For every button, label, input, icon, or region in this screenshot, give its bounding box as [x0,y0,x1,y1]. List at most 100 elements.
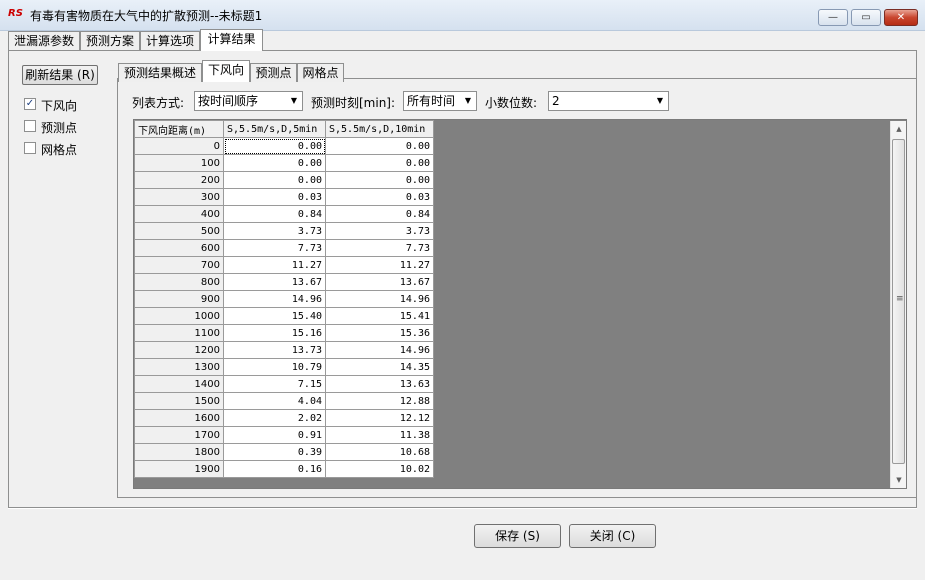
cell-5min[interactable]: 3.73 [223,222,326,240]
table-row[interactable]: 500 3.73 3.73 [134,222,434,240]
row-header-distance[interactable]: 400 [134,205,224,223]
cell-10min[interactable]: 10.68 [325,443,434,461]
cell-5min[interactable]: 11.27 [223,256,326,274]
cell-10min[interactable]: 0.00 [325,171,434,189]
cell-5min[interactable]: 13.67 [223,273,326,291]
table-row[interactable]: 200 0.00 0.00 [134,171,434,189]
table-row[interactable]: 1400 7.15 13.63 [134,375,434,393]
cell-5min[interactable]: 0.84 [223,205,326,223]
cell-10min[interactable]: 3.73 [325,222,434,240]
row-header-distance[interactable]: 1500 [134,392,224,410]
cell-10min[interactable]: 13.67 [325,273,434,291]
cell-10min[interactable]: 0.00 [325,137,434,155]
cell-5min[interactable]: 15.16 [223,324,326,342]
cell-10min[interactable]: 15.41 [325,307,434,325]
table-row[interactable]: 600 7.73 7.73 [134,239,434,257]
list-mode-select[interactable]: 按时间顺序 ▼ [194,91,303,111]
cell-10min[interactable]: 7.73 [325,239,434,257]
decimals-select[interactable]: 2 ▼ [548,91,669,111]
forecast-time-select[interactable]: 所有时间 ▼ [403,91,477,111]
refresh-results-button[interactable]: 刷新结果 (R) [22,65,98,85]
cell-10min[interactable]: 14.96 [325,341,434,359]
row-header-distance[interactable]: 300 [134,188,224,206]
table-row[interactable]: 100 0.00 0.00 [134,154,434,172]
column-header-10min[interactable]: S,5.5m/s,D,10min [325,120,434,138]
cell-10min[interactable]: 12.12 [325,409,434,427]
cell-5min[interactable]: 4.04 [223,392,326,410]
row-header-distance[interactable]: 200 [134,171,224,189]
results-grid[interactable]: 下风向距离(m) S,5.5m/s,D,5min S,5.5m/s,D,10mi… [133,119,907,489]
row-header-distance[interactable]: 1100 [134,324,224,342]
scroll-down-arrow-icon[interactable]: ▼ [891,472,907,488]
tab-calc-options[interactable]: 计算选项 [140,31,200,50]
grid-point-checkbox-label[interactable]: 网格点 [41,141,77,158]
row-header-distance[interactable]: 1900 [134,460,224,478]
table-row[interactable]: 1600 2.02 12.12 [134,409,434,427]
cell-10min[interactable]: 15.36 [325,324,434,342]
table-row[interactable]: 800 13.67 13.67 [134,273,434,291]
cell-5min[interactable]: 0.00 [223,171,326,189]
cell-5min[interactable]: 13.73 [223,341,326,359]
close-button[interactable]: 关闭 (C) [569,524,656,548]
row-header-distance[interactable]: 700 [134,256,224,274]
cell-10min[interactable]: 13.63 [325,375,434,393]
minimize-button[interactable]: — [818,9,848,26]
downwind-checkbox-label[interactable]: 下风向 [41,97,77,114]
tab-result-overview[interactable]: 预测结果概述 [118,63,202,82]
maximize-button[interactable]: ▭ [851,9,881,26]
tab-forecast-plan[interactable]: 预测方案 [80,31,140,50]
cell-10min[interactable]: 14.35 [325,358,434,376]
table-row[interactable]: 1300 10.79 14.35 [134,358,434,376]
title-bar[interactable]: RS 有毒有害物质在大气中的扩散预测--未标题1 — ▭ ✕ [0,0,925,31]
predict-point-checkbox-label[interactable]: 预测点 [41,119,77,136]
table-row[interactable]: 700 11.27 11.27 [134,256,434,274]
tab-calc-results[interactable]: 计算结果 [200,29,263,51]
tab-predict-points[interactable]: 预测点 [250,63,297,82]
tab-grid-points[interactable]: 网格点 [297,63,344,82]
row-header-distance[interactable]: 1300 [134,358,224,376]
cell-5min[interactable]: 0.16 [223,460,326,478]
cell-5min[interactable]: 7.73 [223,239,326,257]
column-header-5min[interactable]: S,5.5m/s,D,5min [223,120,326,138]
row-header-distance[interactable]: 500 [134,222,224,240]
table-row[interactable]: 1100 15.16 15.36 [134,324,434,342]
row-header-distance[interactable]: 0 [134,137,224,155]
cell-5min[interactable]: 2.02 [223,409,326,427]
row-header-distance[interactable]: 800 [134,273,224,291]
cell-5min[interactable]: 0.91 [223,426,326,444]
cell-10min[interactable]: 0.00 [325,154,434,172]
row-header-distance[interactable]: 100 [134,154,224,172]
cell-10min[interactable]: 12.88 [325,392,434,410]
column-header-distance[interactable]: 下风向距离(m) [134,120,224,138]
table-row[interactable]: 1900 0.16 10.02 [134,460,434,478]
grid-point-checkbox[interactable] [24,142,36,154]
cell-5min[interactable]: 0.39 [223,443,326,461]
tab-downwind[interactable]: 下风向 [202,60,250,82]
table-row[interactable]: 1700 0.91 11.38 [134,426,434,444]
row-header-distance[interactable]: 1000 [134,307,224,325]
tab-leak-source[interactable]: 泄漏源参数 [8,31,80,50]
grid-vertical-scrollbar[interactable]: ▲ ≡ ▼ [890,121,906,488]
cell-10min[interactable]: 11.27 [325,256,434,274]
row-header-distance[interactable]: 600 [134,239,224,257]
cell-5min[interactable]: 14.96 [223,290,326,308]
row-header-distance[interactable]: 1800 [134,443,224,461]
row-header-distance[interactable]: 900 [134,290,224,308]
cell-10min[interactable]: 0.03 [325,188,434,206]
row-header-distance[interactable]: 1200 [134,341,224,359]
cell-5min[interactable]: 0.03 [223,188,326,206]
scroll-up-arrow-icon[interactable]: ▲ [891,121,907,137]
save-button[interactable]: 保存 (S) [474,524,561,548]
table-row[interactable]: 1500 4.04 12.88 [134,392,434,410]
row-header-distance[interactable]: 1600 [134,409,224,427]
cell-10min[interactable]: 11.38 [325,426,434,444]
scrollbar-thumb[interactable]: ≡ [892,139,905,464]
table-row[interactable]: 0 0.00 0.00 [134,137,434,155]
cell-5min[interactable]: 7.15 [223,375,326,393]
table-row[interactable]: 1800 0.39 10.68 [134,443,434,461]
close-window-button[interactable]: ✕ [884,9,918,26]
table-row[interactable]: 300 0.03 0.03 [134,188,434,206]
cell-5min[interactable]: 0.00 [223,137,326,155]
predict-point-checkbox[interactable] [24,120,36,132]
cell-10min[interactable]: 14.96 [325,290,434,308]
